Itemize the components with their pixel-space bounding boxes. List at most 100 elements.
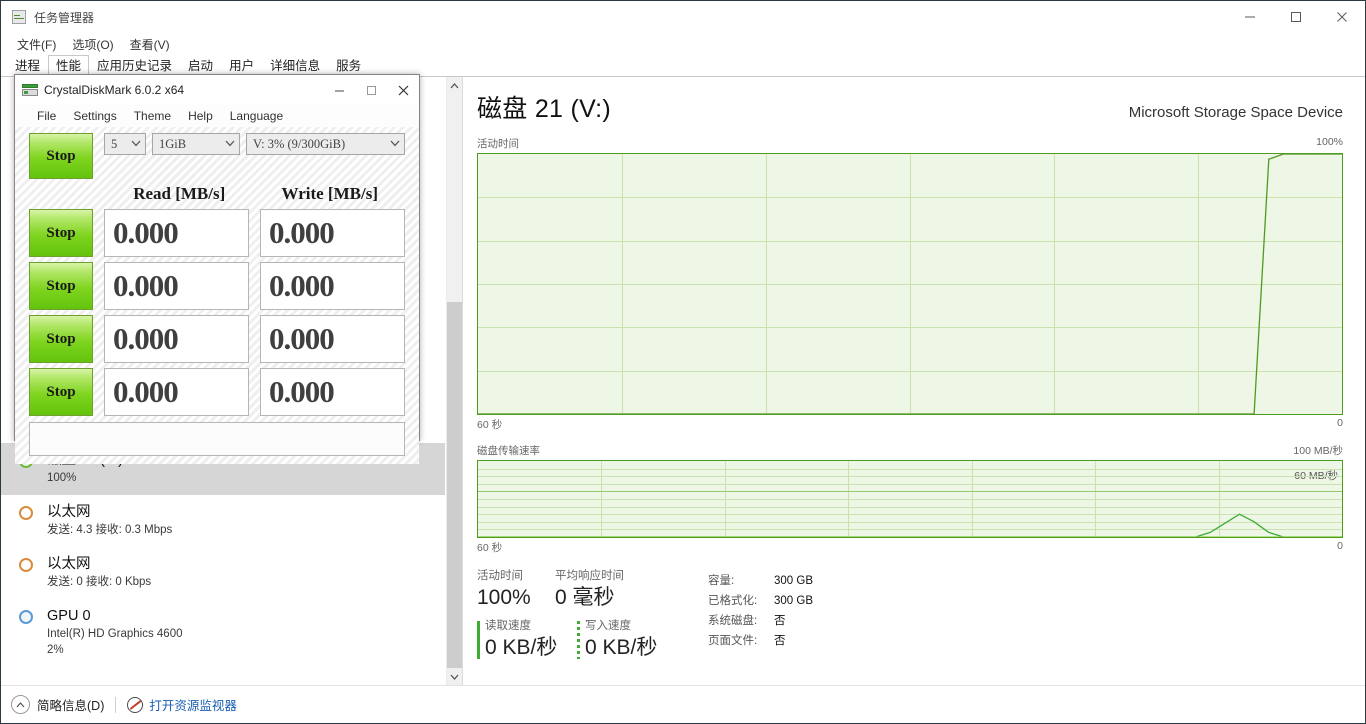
cdm-menu-theme[interactable]: Theme — [134, 109, 171, 123]
cdm-4k-q8t8-read-value: 0.000 — [104, 262, 249, 310]
transfer-graph-max: 100 MB/秒 — [1293, 445, 1343, 457]
menu-item-options[interactable]: 选项(O) — [64, 34, 121, 55]
scrollbar-thumb[interactable] — [447, 94, 462, 302]
resource-sub: 发送: 0 接收: 0 Kbps — [47, 576, 152, 588]
cdm-result-row: Stop 0.000 0.000 — [29, 262, 405, 310]
info-value: 否 — [774, 615, 786, 627]
crystaldiskmark-title: CrystalDiskMark 6.0.2 x64 — [44, 83, 185, 97]
disk-detail-pane: 磁盘 21 (V:) Microsoft Storage Space Devic… — [463, 77, 1365, 685]
minimize-icon[interactable] — [323, 75, 355, 105]
status-bar: 简略信息(D) 打开资源监视器 — [1, 685, 1365, 723]
cdm-menu-language[interactable]: Language — [230, 109, 283, 123]
cdm-menu-file[interactable]: File — [37, 109, 56, 123]
menu-item-file[interactable]: 文件(F) — [9, 34, 64, 55]
top-stat-row: 活动时间 100% 平均响应时间 0 毫秒 — [477, 569, 692, 611]
series-活动时间 — [478, 154, 1342, 414]
stat-avg-response: 平均响应时间 0 毫秒 — [555, 569, 624, 611]
cdm-menu-settings[interactable]: Settings — [73, 109, 116, 123]
cdm-seq-q32t1-read-value: 0.000 — [104, 209, 249, 257]
transfer-graph-xright: 0 — [1337, 540, 1343, 552]
transfer-graph-labels: 磁盘传输速率 100 MB/秒 — [477, 443, 1343, 458]
cdm-comment-field[interactable] — [29, 422, 405, 456]
info-value: 300 GB — [774, 595, 813, 607]
scroll-up-icon[interactable] — [447, 77, 462, 94]
menu-bar: 文件(F) 选项(O) 查看(V) — [1, 33, 1365, 55]
minimize-icon[interactable] — [1227, 1, 1273, 33]
info-key: 容量: — [708, 575, 735, 587]
cdm-4k-q1t1-read-value: 0.000 — [104, 368, 249, 416]
cdm-drive-value: V: 3% (9/300GiB) — [253, 136, 346, 151]
read-speed-color-bar — [477, 621, 480, 659]
stat-avg-response-value: 0 毫秒 — [555, 586, 615, 609]
ethernet-status-circle-icon — [19, 506, 33, 520]
info-row-page-file: 页面文件: 否 — [708, 631, 813, 651]
page-title: 磁盘 21 (V:) — [477, 95, 612, 123]
scroll-down-icon[interactable] — [447, 668, 462, 685]
stat-active-time: 活动时间 100% — [477, 569, 555, 611]
crystaldiskmark-body: Stop 5 1GiB V: 3% (9/300GiB) Read [MB/s]… — [15, 127, 419, 464]
crystaldiskmark-menubar: File Settings Theme Help Language — [15, 105, 419, 127]
cdm-menu-help[interactable]: Help — [188, 109, 213, 123]
cdm-result-row: Stop 0.000 0.000 — [29, 368, 405, 416]
activity-graph-title: 活动时间 — [477, 138, 519, 150]
disk-info-table: 容量: 300 GB 已格式化: 300 GB 系统磁盘: 否 页面文件: 否 — [708, 569, 813, 661]
stat-read-speed: 读取速度 0 KB/秒 — [477, 619, 577, 661]
cdm-4k-q8t8-button[interactable]: Stop — [29, 262, 93, 310]
activity-graph-xleft: 60 秒 — [477, 419, 503, 431]
series-读取速度 — [478, 513, 1342, 537]
speed-stat-row: 读取速度 0 KB/秒 写入速度 0 KB/秒 — [477, 619, 692, 661]
resource-item-gpu0[interactable]: GPU 0 Intel(R) HD Graphics 4600 2% — [1, 599, 445, 667]
task-manager-titlebar: 任务管理器 — [1, 1, 1365, 33]
maximize-icon[interactable] — [355, 75, 387, 105]
disk-transfer-rate-graph: 60 MB/秒 — [477, 460, 1343, 538]
resource-item-ethernet-2[interactable]: 以太网 发送: 0 接收: 0 Kbps — [1, 547, 445, 599]
info-value: 否 — [774, 635, 786, 647]
info-row-system-disk: 系统磁盘: 否 — [708, 611, 813, 631]
close-icon[interactable] — [1319, 1, 1365, 33]
crystaldiskmark-caption-buttons — [323, 75, 419, 105]
resource-name: 以太网 — [47, 556, 91, 572]
menu-item-view[interactable]: 查看(V) — [122, 34, 178, 55]
crystaldiskmark-icon — [22, 82, 38, 98]
cdm-all-stop-button[interactable]: Stop — [29, 133, 93, 179]
resource-name: 以太网 — [47, 504, 91, 520]
resource-list-scrollbar[interactable] — [446, 77, 462, 685]
cdm-4k-q1t1-write-value: 0.000 — [260, 368, 405, 416]
crystaldiskmark-window: CrystalDiskMark 6.0.2 x64 File Settings … — [14, 74, 420, 464]
maximize-icon[interactable] — [1273, 1, 1319, 33]
stat-read-speed-label: 读取速度 — [485, 620, 531, 632]
status-divider — [115, 696, 117, 713]
cdm-4k-q1t1-button[interactable]: Stop — [29, 368, 93, 416]
info-key: 已格式化: — [708, 595, 758, 607]
resource-sub: 100% — [47, 472, 77, 484]
scrollbar-track-lower[interactable] — [447, 302, 462, 668]
transfer-graph-axis: 60 秒 0 — [477, 540, 1343, 555]
open-resource-monitor-link[interactable]: 打开资源监视器 — [149, 695, 237, 714]
cdm-test-size-value: 1GiB — [159, 136, 187, 151]
stat-write-speed: 写入速度 0 KB/秒 — [577, 619, 657, 661]
window-caption-buttons — [1227, 1, 1365, 33]
close-icon[interactable] — [387, 75, 419, 105]
cdm-seq-q32t1-button[interactable]: Stop — [29, 209, 93, 257]
cdm-loop-count-select[interactable]: 5 — [104, 133, 146, 155]
activity-time-graph — [477, 153, 1343, 415]
fewer-details-button[interactable]: 简略信息(D) — [37, 695, 104, 714]
cdm-loop-count-value: 5 — [111, 136, 118, 151]
chevron-up-icon[interactable] — [11, 695, 30, 714]
stat-write-speed-value: 0 KB/秒 — [585, 636, 658, 659]
stats-left-column: 活动时间 100% 平均响应时间 0 毫秒 读取速度 0 KB/秒 写入速度 0… — [477, 569, 692, 661]
cdm-4k-q32t1-button[interactable]: Stop — [29, 315, 93, 363]
cdm-result-row: Stop 0.000 0.000 — [29, 209, 405, 257]
task-manager-icon — [11, 9, 27, 25]
cdm-4k-q32t1-write-value: 0.000 — [260, 315, 405, 363]
detail-header: 磁盘 21 (V:) Microsoft Storage Space Devic… — [477, 89, 1343, 125]
window-title: 任务管理器 — [34, 10, 95, 25]
chevron-down-icon — [131, 138, 141, 150]
resource-item-ethernet-1[interactable]: 以太网 发送: 4.3 接收: 0.3 Mbps — [1, 495, 445, 547]
activity-graph-labels: 活动时间 100% — [477, 136, 1343, 151]
cdm-drive-select[interactable]: V: 3% (9/300GiB) — [246, 133, 405, 155]
resource-name: GPU 0 — [47, 608, 91, 624]
disk-model-label: Microsoft Storage Space Device — [1128, 104, 1343, 121]
write-speed-color-bar — [577, 621, 580, 659]
cdm-test-size-select[interactable]: 1GiB — [152, 133, 240, 155]
